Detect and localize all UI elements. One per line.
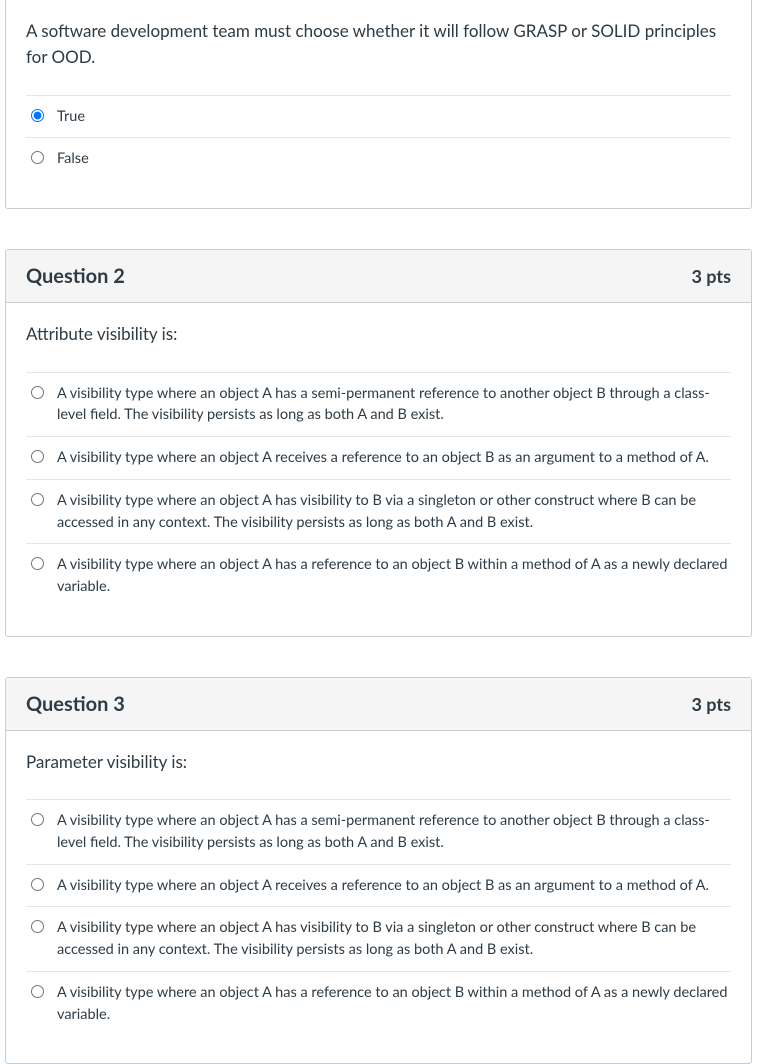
- q2-radio-3[interactable]: [31, 557, 44, 570]
- question-1-answers: True False: [26, 95, 731, 181]
- question-2-title: Question 2: [26, 264, 125, 288]
- question-2-body: Attribute visibility is: A visibility ty…: [6, 303, 751, 636]
- question-3-header: Question 3 3 pts: [6, 678, 751, 731]
- q3-radio-0[interactable]: [31, 813, 44, 826]
- q1-option-0-text: True: [57, 106, 85, 128]
- question-3-prompt: Parameter visibility is:: [26, 749, 731, 775]
- q3-option-3-text: A visibility type where an object A has …: [57, 982, 731, 1026]
- q3-option-2-text: A visibility type where an object A has …: [57, 917, 731, 961]
- q2-option-2[interactable]: A visibility type where an object A has …: [26, 480, 731, 545]
- q2-option-3-text: A visibility type where an object A has …: [57, 554, 731, 598]
- q3-option-0[interactable]: A visibility type where an object A has …: [26, 800, 731, 865]
- q2-option-1-text: A visibility type where an object A rece…: [57, 447, 709, 469]
- q2-radio-0[interactable]: [31, 386, 44, 399]
- q3-option-3[interactable]: A visibility type where an object A has …: [26, 972, 731, 1036]
- q1-radio-0[interactable]: [31, 109, 44, 122]
- question-2-answers: A visibility type where an object A has …: [26, 372, 731, 608]
- q2-radio-2[interactable]: [31, 493, 44, 506]
- q2-radio-1[interactable]: [31, 450, 44, 463]
- q3-radio-2[interactable]: [31, 920, 44, 933]
- q1-radio-1[interactable]: [31, 151, 44, 164]
- q2-option-0-text: A visibility type where an object A has …: [57, 383, 731, 427]
- question-3-points: 3 pts: [691, 693, 731, 715]
- q2-option-3[interactable]: A visibility type where an object A has …: [26, 544, 731, 608]
- question-2-card: Question 2 3 pts Attribute visibility is…: [5, 249, 752, 637]
- question-1-prompt: A software development team must choose …: [26, 18, 731, 71]
- q3-option-0-text: A visibility type where an object A has …: [57, 810, 731, 854]
- question-2-prompt: Attribute visibility is:: [26, 321, 731, 347]
- q3-option-1[interactable]: A visibility type where an object A rece…: [26, 865, 731, 908]
- question-2-points: 3 pts: [691, 265, 731, 287]
- question-2-header: Question 2 3 pts: [6, 250, 751, 303]
- q3-radio-3[interactable]: [31, 985, 44, 998]
- question-1-card: A software development team must choose …: [5, 0, 752, 209]
- q3-option-1-text: A visibility type where an object A rece…: [57, 875, 709, 897]
- question-3-card: Question 3 3 pts Parameter visibility is…: [5, 677, 752, 1064]
- q2-option-1[interactable]: A visibility type where an object A rece…: [26, 437, 731, 480]
- q1-option-0[interactable]: True: [26, 96, 731, 139]
- question-3-answers: A visibility type where an object A has …: [26, 799, 731, 1035]
- q3-option-2[interactable]: A visibility type where an object A has …: [26, 907, 731, 972]
- q2-option-0[interactable]: A visibility type where an object A has …: [26, 373, 731, 438]
- q2-option-2-text: A visibility type where an object A has …: [57, 490, 731, 534]
- q3-radio-1[interactable]: [31, 878, 44, 891]
- question-3-body: Parameter visibility is: A visibility ty…: [6, 731, 751, 1064]
- q1-option-1-text: False: [57, 148, 89, 170]
- q1-option-1[interactable]: False: [26, 138, 731, 180]
- question-1-body: A software development team must choose …: [6, 0, 751, 208]
- question-3-title: Question 3: [26, 692, 125, 716]
